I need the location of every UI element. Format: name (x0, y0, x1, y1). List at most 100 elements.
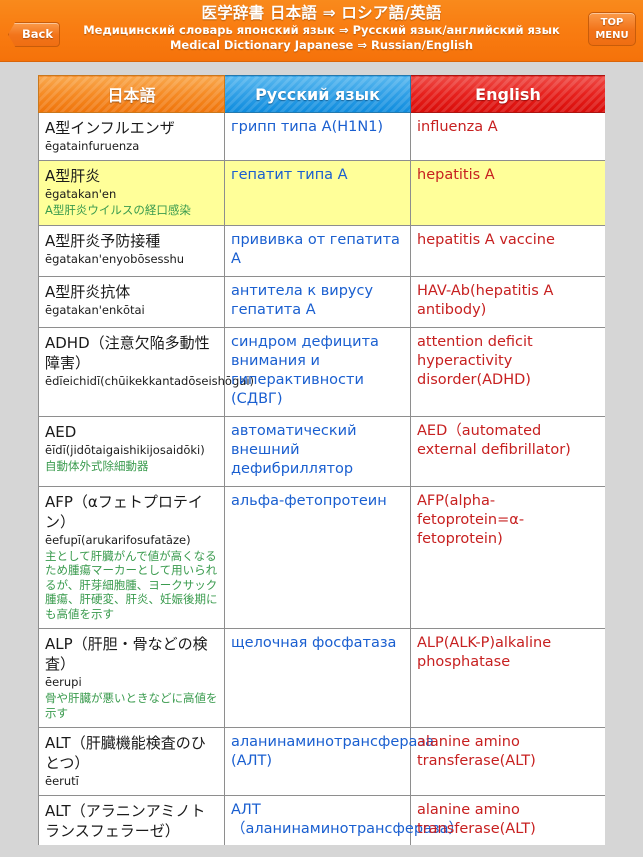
english-term: ALP(ALK-P)alkaline phosphatase (417, 635, 552, 670)
cell-english: ALP(ALK-P)alkaline phosphatase (410, 628, 605, 728)
column-header-russian[interactable]: Русский язык (224, 75, 411, 113)
romaji-reading: ēdīeichidī(chūikekkantadōseishōgai) (45, 373, 254, 388)
cell-japanese: A型肝炎予防接種 ēgatakan'enyobōsesshu (38, 224, 225, 277)
cell-russian: синдром дефицита внимания и гиперактивно… (224, 326, 411, 417)
top-menu-button[interactable]: TOP MENU (588, 12, 636, 46)
cell-russian: АЛТ（аланинаминотрансфераза） (224, 795, 464, 845)
cell-english: HAV-Ab(hepatitis A antibody) (410, 275, 605, 328)
column-header-japanese[interactable]: 日本語 (38, 75, 225, 113)
table-row[interactable]: A型肝炎抗体 ēgatakan'enkōtai антитела к вирусу … (38, 275, 605, 328)
cell-japanese: AED ēīdī(jidōtaigaishikijosaidōki) 自動体外式除細… (38, 415, 225, 487)
table-row[interactable]: A型肝炎予防接種 ēgatakan'enyobōsesshu прививка от… (38, 224, 605, 277)
english-term: HAV-Ab(hepatitis A antibody) (417, 282, 554, 318)
english-term: influenza A (417, 119, 498, 135)
cell-russian: гепатит типа A (224, 160, 411, 226)
cell-english: hepatitis A (410, 160, 605, 226)
page-title-en: Medical Dictionary Japanese ⇒ Russian/En… (169, 38, 474, 52)
cell-japanese: A型インフルエンザ ēgatainfuruenza (38, 112, 225, 161)
cell-russian: аланинаминотрансфераза (АЛТ) (224, 727, 435, 796)
japanese-term: A型インフルエンザ (45, 119, 175, 137)
cell-russian: антитела к вирусу гепатита A (224, 275, 411, 328)
table-row[interactable]: ADHD（注意欠陥多動性障害） ēdīeichidī(chūikekkantadō… (38, 326, 605, 417)
cell-russian: щелочная фосфатаза (224, 628, 411, 728)
romaji-reading: ēgatakan'enyobōsesshu (45, 251, 185, 266)
page-title-ru: Медицинский словарь японский язык ⇒ Русс… (83, 23, 560, 37)
russian-term: щелочная фосфатаза (231, 635, 397, 651)
cell-japanese: ALP（肝胆・骨などの検査） ēerupi 骨や肝臓が悪いときなどに高値を示す (38, 628, 225, 728)
top-menu-line1: TOP (600, 17, 624, 28)
cell-japanese: A型肝炎 ēgatakan'en A型肝炎ウイルスの経口感染 (38, 160, 225, 226)
app-header: Back 医学辞書 日本語 ⇒ ロシア語/英語 Медицинский слов… (0, 0, 643, 62)
romaji-reading: ēīdī(jidōtaigaishikijosaidōki) (45, 442, 205, 457)
column-header-english[interactable]: English (410, 75, 605, 113)
cell-russian: автоматический внешний дефибриллятор (224, 415, 411, 487)
japanese-term: A型肝炎 (45, 167, 101, 185)
table-row[interactable]: A型肝炎 ēgatakan'en A型肝炎ウイルスの経口感染 гепатит типа… (38, 160, 605, 226)
table-row[interactable]: ALP（肝胆・骨などの検査） ēerupi 骨や肝臓が悪いときなどに高値を示す щел… (38, 628, 605, 728)
japanese-term: ADHD（注意欠陥多動性障害） (45, 333, 210, 372)
romaji-reading: ēgatakan'en (45, 187, 117, 201)
russian-term: гепатит типа A (231, 167, 348, 183)
dictionary-table: 日本語 Русский язык English A型インフルエンザ ēgatai… (38, 75, 605, 845)
russian-term: прививка от гепатита A (231, 231, 400, 267)
cell-japanese: A型肝炎抗体 ēgatakan'enkōtai (38, 275, 225, 328)
russian-term: грипп типа A(H1N1) (231, 119, 384, 135)
russian-term: альфа-фетопротеин (231, 492, 387, 509)
table-row[interactable]: AFP（αフェトプロテイン） ēefupī(arukarifosufatāze) 主… (38, 485, 605, 629)
japanese-term: AFP（αフェトプロテイン） (45, 492, 203, 531)
romaji-reading: ēgatainfuruenza (45, 139, 140, 153)
japanese-term: A型肝炎抗体 (45, 282, 131, 301)
english-term: alanine amino transferase(ALT) (417, 734, 536, 769)
cell-english: influenza A (410, 112, 605, 161)
romaji-reading: ēerupi (45, 675, 82, 689)
japanese-term: ALT（アラニンアミノトランスフェラーゼ） (45, 802, 206, 840)
cell-japanese: AFP（αフェトプロテイン） ēefupī(arukarifosufatāze) 主… (38, 485, 225, 629)
cell-japanese: ALT（肝臓機能検査のひとつ） ēerutī (38, 727, 225, 796)
russian-term: антитела к вирусу гепатита A (231, 282, 374, 318)
japanese-note: 主として肝臓がんで値が高くなるため腫瘍マーカーとして用いられるが、肝芽細胞腫、ヨ… (45, 548, 218, 621)
russian-term: аланинаминотрансфераза (АЛТ) (231, 734, 435, 769)
dictionary-table-scroll[interactable]: 日本語 Русский язык English A型インフルエンザ ēgatai… (38, 75, 605, 845)
page-title-ja: 医学辞書 日本語 ⇒ ロシア語/英語 (201, 4, 442, 22)
romaji-reading: ēgatakan'enkōtai (45, 302, 145, 317)
cell-russian: прививка от гепатита A (224, 224, 411, 277)
cell-russian: грипп типа A(H1N1) (224, 112, 411, 161)
cell-russian: альфа-фетопротеин (224, 485, 411, 629)
table-row[interactable]: ALT（アラニンアミノトランスフェラーゼ） АЛТ（аланинаминотран… (38, 795, 605, 845)
cell-english: alanine amino transferase(ALT) (410, 727, 605, 796)
russian-term: синдром дефицита внимания и гиперактивно… (231, 333, 379, 407)
japanese-note: A型肝炎ウイルスの経口感染 (45, 203, 191, 217)
header-title-block: 医学辞書 日本語 ⇒ ロシア語/英語 Медицинский словарь я… (0, 0, 643, 53)
japanese-note: 自動体外式除細動器 (45, 458, 149, 473)
cell-english: AED（automated external defibrillator) (410, 415, 605, 487)
table-header: 日本語 Русский язык English (38, 75, 605, 113)
cell-english: hepatitis A vaccine (410, 224, 605, 277)
english-term: AED（automated external defibrillator) (417, 422, 571, 458)
cell-japanese: ADHD（注意欠陥多動性障害） ēdīeichidī(chūikekkantadō… (38, 326, 254, 417)
table-header-row: 日本語 Русский язык English (38, 75, 605, 113)
english-term: alanine amino transferase(ALT) (417, 802, 536, 837)
english-term: hepatitis A vaccine (417, 231, 555, 248)
japanese-term: AED (45, 422, 77, 441)
russian-term: АЛТ（аланинаминотрансфераза） (231, 802, 464, 837)
table-body: A型インフルエンザ ēgatainfuruenza грипп типа A(H1N… (38, 112, 605, 845)
back-button-label: Back (22, 27, 53, 41)
table-row[interactable]: ALT（肝臓機能検査のひとつ） ēerutī аланинаминотрансфер… (38, 727, 605, 796)
japanese-note: 骨や肝臓が悪いときなどに高値を示す (45, 691, 218, 720)
cell-english: alanine amino transferase(ALT) (410, 795, 605, 845)
japanese-term: A型肝炎予防接種 (45, 231, 161, 250)
english-term: attention deficit hyperactivity disorder… (417, 333, 533, 388)
table-row[interactable]: A型インフルエンザ ēgatainfuruenza грипп типа A(H1N… (38, 112, 605, 161)
cell-japanese: ALT（アラニンアミノトランスフェラーゼ） (38, 795, 225, 845)
back-button[interactable]: Back (8, 22, 60, 47)
english-term: hepatitis A (417, 167, 495, 183)
romaji-reading: ēefupī(arukarifosufatāze) (45, 532, 191, 547)
russian-term: автоматический внешний дефибриллятор (231, 422, 357, 477)
english-term: AFP(alpha-fetoprotein=α-fetoprotein) (417, 492, 525, 547)
cell-english: attention deficit hyperactivity disorder… (410, 326, 605, 417)
japanese-term: ALP（肝胆・骨などの検査） (45, 635, 208, 673)
table-row[interactable]: AED ēīdī(jidōtaigaishikijosaidōki) 自動体外式除細… (38, 415, 605, 487)
top-menu-line2: MENU (595, 29, 629, 41)
japanese-term: ALT（肝臓機能検査のひとつ） (45, 734, 206, 772)
cell-english: AFP(alpha-fetoprotein=α-fetoprotein) (410, 485, 605, 629)
